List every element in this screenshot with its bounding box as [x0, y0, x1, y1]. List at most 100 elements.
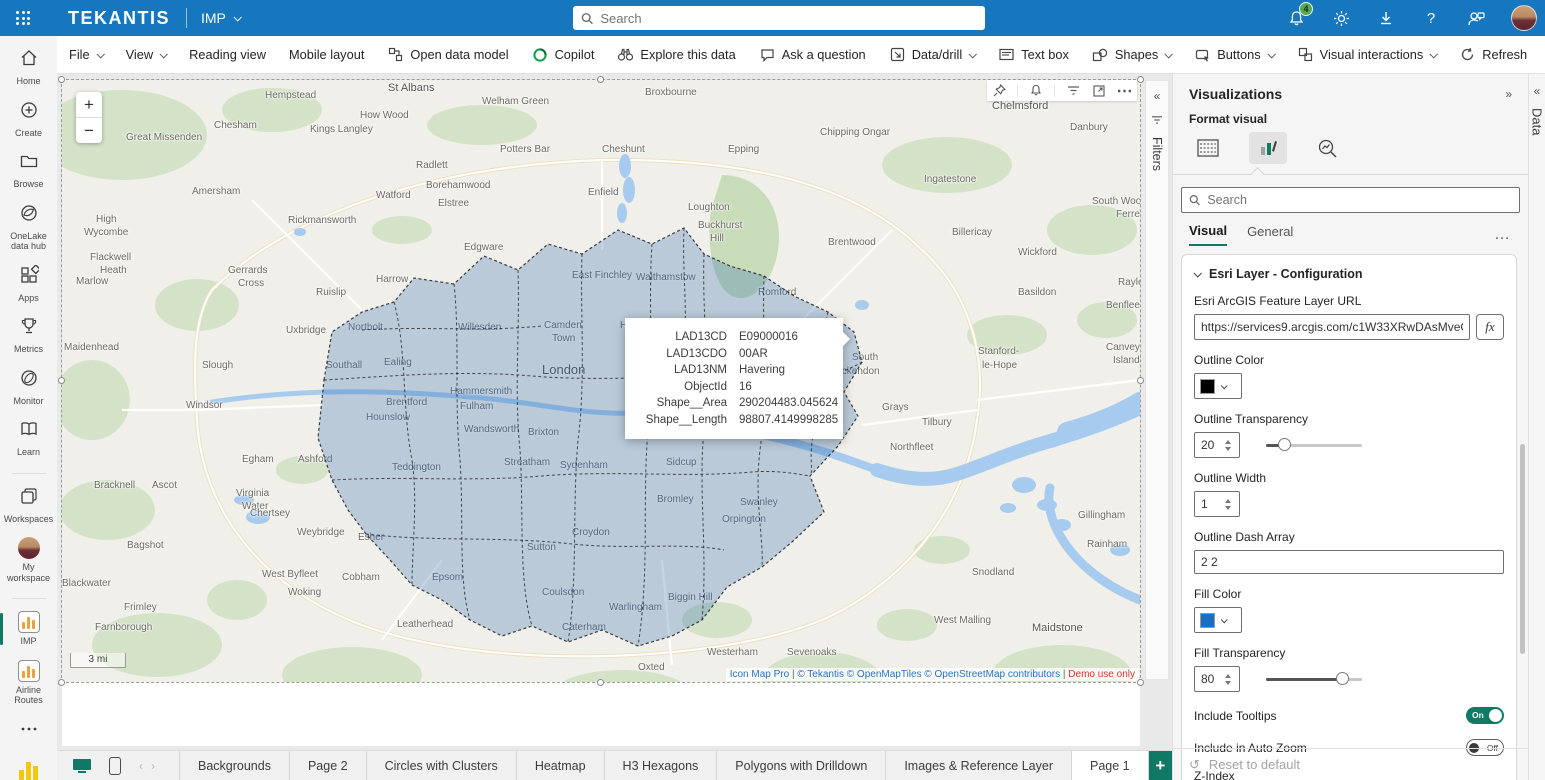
- resize-handle[interactable]: [1137, 76, 1144, 83]
- ribbon-item-shapes[interactable]: Shapes: [1092, 46, 1171, 63]
- ribbon-item-buttons[interactable]: Buttons: [1194, 46, 1273, 63]
- slider-knob[interactable]: [1278, 438, 1291, 451]
- format-tab-icon[interactable]: [1249, 132, 1287, 164]
- spinner-icon[interactable]: [1225, 440, 1231, 451]
- outline-transparency-input[interactable]: [1195, 438, 1223, 452]
- outline-dash-input[interactable]: [1194, 550, 1504, 574]
- settings-button[interactable]: [1331, 8, 1351, 28]
- ribbon-item-open-data-model[interactable]: Open data model: [387, 46, 508, 63]
- notifications-button[interactable]: 4: [1286, 8, 1306, 28]
- page-tab-page-2[interactable]: Page 2: [290, 751, 367, 780]
- zoom-out-button[interactable]: −: [76, 118, 102, 143]
- page-tab-backgrounds[interactable]: Backgrounds: [179, 751, 290, 780]
- user-avatar[interactable]: [1511, 5, 1537, 31]
- feature-layer-url-input[interactable]: [1194, 314, 1470, 340]
- search-input[interactable]: [600, 11, 977, 26]
- sidebar-item-more[interactable]: [0, 719, 57, 744]
- pane-scrollbar[interactable]: [1520, 444, 1525, 654]
- waffle-menu-icon[interactable]: [0, 0, 46, 36]
- sidebar-item-home[interactable]: Home: [0, 48, 57, 87]
- brand-logo[interactable]: TEKANTIS: [68, 8, 170, 29]
- filters-pane-collapsed[interactable]: « Filters: [1145, 80, 1169, 680]
- resize-handle[interactable]: [58, 76, 65, 83]
- ribbon-item-refresh[interactable]: Refresh: [1459, 46, 1527, 63]
- map-visual[interactable]: HempsteadSt AlbansWelham GreenBroxbourne…: [62, 80, 1140, 682]
- outline-width-stepper[interactable]: [1194, 491, 1240, 517]
- format-search[interactable]: [1181, 187, 1520, 213]
- web-view-icon[interactable]: [71, 757, 93, 775]
- scroll-left-icon[interactable]: ‹: [139, 759, 143, 773]
- ribbon-item-text-box[interactable]: Text box: [998, 46, 1069, 63]
- fields-tab-icon[interactable]: [1189, 132, 1227, 164]
- page-tab-polygons-with-drilldown[interactable]: Polygons with Drilldown: [717, 751, 886, 780]
- sidebar-item-create[interactable]: Create: [0, 100, 57, 139]
- fill-transparency-input[interactable]: [1195, 672, 1223, 686]
- ribbon-item-ask-a-question[interactable]: Ask a question: [759, 46, 866, 63]
- sidebar-item-metrics[interactable]: Metrics: [0, 316, 57, 355]
- alert-icon[interactable]: [1028, 83, 1044, 99]
- mobile-view-icon[interactable]: [109, 757, 121, 775]
- outline-color-dropdown[interactable]: [1194, 373, 1242, 399]
- page-tab-images-reference-layer[interactable]: Images & Reference Layer: [886, 751, 1072, 780]
- fill-transparency-slider[interactable]: [1266, 672, 1362, 686]
- sidebar-item-my-workspace[interactable]: Myworkspace: [0, 537, 57, 583]
- ribbon-item-view[interactable]: View: [126, 47, 167, 62]
- attribution-link[interactable]: Icon Map Pro: [730, 669, 789, 680]
- outline-width-input[interactable]: [1195, 497, 1223, 511]
- slider-knob[interactable]: [1336, 672, 1349, 685]
- sidebar-item-onelake-data-hub[interactable]: OneLakedata hub: [0, 203, 57, 252]
- download-button[interactable]: [1376, 8, 1396, 28]
- ribbon-item-mobile-layout[interactable]: Mobile layout: [289, 47, 364, 62]
- outline-transparency-stepper[interactable]: [1194, 432, 1240, 458]
- data-pane-collapsed[interactable]: « Data: [1528, 74, 1545, 780]
- scroll-right-icon[interactable]: ›: [151, 759, 155, 773]
- format-search-input[interactable]: [1207, 193, 1512, 207]
- sidebar-item-imp[interactable]: IMP: [0, 611, 57, 647]
- more-options-icon[interactable]: ⋯: [1117, 83, 1133, 99]
- filter-icon[interactable]: [1065, 83, 1081, 99]
- ribbon-item-reading-view[interactable]: Reading view: [189, 47, 266, 62]
- zoom-in-button[interactable]: +: [76, 92, 102, 117]
- page-tab-page-1[interactable]: Page 1: [1072, 751, 1149, 780]
- fill-color-dropdown[interactable]: [1194, 607, 1242, 633]
- analytics-tab-icon[interactable]: [1309, 132, 1347, 164]
- fill-transparency-stepper[interactable]: [1194, 666, 1240, 692]
- sidebar-item-apps[interactable]: Apps: [0, 265, 57, 304]
- feedback-button[interactable]: [1466, 8, 1486, 28]
- sidebar-item-learn[interactable]: Learn: [0, 419, 57, 458]
- map-area[interactable]: HempsteadSt AlbansWelham GreenBroxbourne…: [62, 80, 1140, 682]
- sidebar-item-airline-routes[interactable]: AirlineRoutes: [0, 660, 57, 706]
- tab-general[interactable]: General: [1247, 224, 1293, 245]
- resize-handle[interactable]: [597, 76, 604, 83]
- ribbon-item-file[interactable]: File: [69, 47, 103, 62]
- global-search[interactable]: [573, 6, 985, 30]
- pin-visual-icon[interactable]: [991, 83, 1007, 99]
- sidebar-item-workspaces[interactable]: Workspaces: [0, 486, 57, 525]
- resize-handle[interactable]: [58, 679, 65, 686]
- add-page-button[interactable]: +: [1149, 751, 1172, 780]
- page-tab-circles-with-clusters[interactable]: Circles with Clusters: [367, 751, 517, 780]
- fx-conditional-format-button[interactable]: fx: [1476, 314, 1504, 340]
- workspace-switcher[interactable]: IMP: [201, 10, 240, 26]
- expand-data-icon[interactable]: «: [1534, 84, 1541, 98]
- focus-mode-icon[interactable]: [1091, 83, 1107, 99]
- attribution-link[interactable]: © OpenStreetMap contributors: [924, 669, 1060, 680]
- more-options-icon[interactable]: …: [1494, 226, 1512, 244]
- help-button[interactable]: ?: [1421, 8, 1441, 28]
- page-tab-h3-hexagons[interactable]: H3 Hexagons: [605, 751, 718, 780]
- resize-handle[interactable]: [1137, 377, 1144, 384]
- ribbon-item-explore-this-data[interactable]: Explore this data: [617, 46, 735, 63]
- collapse-pane-icon[interactable]: »: [1505, 87, 1512, 101]
- resize-handle[interactable]: [58, 377, 65, 384]
- outline-transparency-slider[interactable]: [1266, 438, 1362, 452]
- ribbon-item-copilot[interactable]: Copilot: [532, 46, 595, 63]
- expand-filters-icon[interactable]: «: [1154, 89, 1161, 103]
- page-tab-heatmap[interactable]: Heatmap: [517, 751, 605, 780]
- esri-layer-section-header[interactable]: Esri Layer - Configuration: [1194, 267, 1504, 281]
- tab-visual[interactable]: Visual: [1189, 223, 1227, 246]
- resize-handle[interactable]: [1137, 679, 1144, 686]
- attribution-link[interactable]: © OpenMapTiles: [847, 669, 922, 680]
- ribbon-item-visual-interactions[interactable]: Visual interactions: [1297, 46, 1437, 63]
- sidebar-item-monitor[interactable]: Monitor: [0, 368, 57, 407]
- resize-handle[interactable]: [597, 679, 604, 686]
